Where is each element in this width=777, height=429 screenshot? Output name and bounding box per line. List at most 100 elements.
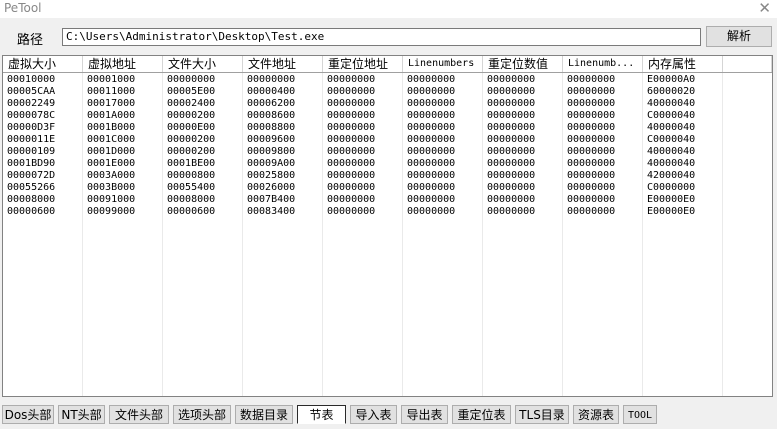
tab-button[interactable]: 重定位表 xyxy=(452,405,511,424)
tab-button[interactable]: 资源表 xyxy=(573,405,619,424)
table-cell: 00000000 xyxy=(327,98,376,109)
table-cell: E00000A0 xyxy=(647,74,696,85)
table-cell: 00000200 xyxy=(167,110,216,121)
table-cell: 00000000 xyxy=(567,74,616,85)
table-cell: 00009A00 xyxy=(247,158,296,169)
table-cell: 00000000 xyxy=(327,194,376,205)
window-title: PeTool xyxy=(4,1,42,15)
table-cell: 00000000 xyxy=(327,158,376,169)
table-cell: 0001BD90 xyxy=(7,158,56,169)
tab-button[interactable]: Dos头部 xyxy=(2,405,54,424)
table-cell: 00000000 xyxy=(487,206,536,217)
column-header[interactable]: 虚拟地址 xyxy=(83,56,163,72)
column-header[interactable]: 重定位数值 xyxy=(483,56,563,72)
table-cell: 00000000 xyxy=(327,182,376,193)
table-row[interactable]: 0000078C 0001A000 00000200 00008600 00000000… xyxy=(3,110,772,122)
table-cell: 42000040 xyxy=(647,170,696,181)
table-cell: 00000000 xyxy=(567,98,616,109)
table-row[interactable]: 00000600 00099000 00000600 00083400 00000000… xyxy=(3,206,772,218)
tab-button[interactable]: TLS目录 xyxy=(515,405,569,424)
table-cell: 0001BE00 xyxy=(167,158,216,169)
table-cell: 00000000 xyxy=(327,134,376,145)
table-header: 虚拟大小 虚拟地址 文件大小 文件地址 重定位地址 Linenumbers 重定位数值 Lin… xyxy=(3,56,772,73)
table-cell: 00000000 xyxy=(327,110,376,121)
column-header[interactable]: 文件大小 xyxy=(163,56,243,72)
table-cell: 00008800 xyxy=(247,122,296,133)
table-cell: E00000E0 xyxy=(647,194,696,205)
table-cell: 00000000 xyxy=(487,194,536,205)
tab-button[interactable]: NT头部 xyxy=(58,405,105,424)
tab-button[interactable]: 文件头部 xyxy=(109,405,169,424)
table-cell: 00000000 xyxy=(487,122,536,133)
table-row[interactable]: 00002249 00017000 00002400 00006200 00000000… xyxy=(3,98,772,110)
table-row[interactable]: 00008000 00091000 00008000 0007B400 00000000… xyxy=(3,194,772,206)
table-cell: 00000000 xyxy=(487,134,536,145)
table-cell: 00008000 xyxy=(7,194,56,205)
table-cell: C0000040 xyxy=(647,110,696,121)
column-header[interactable]: Linenumbers xyxy=(403,56,483,72)
table-cell: 0000078C xyxy=(7,110,56,121)
tab-button[interactable]: 节表 xyxy=(297,405,346,424)
table-cell: 00000000 xyxy=(567,134,616,145)
close-icon[interactable]: ✕ xyxy=(758,0,771,17)
table-cell: 40000040 xyxy=(647,146,696,157)
table-cell: 00000000 xyxy=(567,206,616,217)
table-cell: 00000000 xyxy=(407,74,456,85)
table-row[interactable]: 00005CAA 00011000 00005E00 00000400 00000000… xyxy=(3,86,772,98)
table-cell: 00000000 xyxy=(487,98,536,109)
table-cell: 00000000 xyxy=(407,182,456,193)
tab-button[interactable]: 选项头部 xyxy=(173,405,231,424)
table-cell: 00000E00 xyxy=(167,122,216,133)
column-header[interactable]: 文件地址 xyxy=(243,56,323,72)
table-cell: 00000000 xyxy=(487,146,536,157)
table-row[interactable]: 0000011E 0001C000 00000200 00009600 00000000… xyxy=(3,134,772,146)
table-cell: 00083400 xyxy=(247,206,296,217)
table-cell: 00000D3F xyxy=(7,122,56,133)
path-input[interactable]: C:\Users\Administrator\Desktop\Test.exe xyxy=(62,28,701,46)
table-cell: 00000000 xyxy=(407,146,456,157)
table-cell: 00005E00 xyxy=(167,86,216,97)
table-cell: 00000000 xyxy=(407,98,456,109)
column-header[interactable]: 重定位地址 xyxy=(323,56,403,72)
table-cell: 00000000 xyxy=(567,110,616,121)
table-cell: 0001C000 xyxy=(87,134,136,145)
table-cell: 00000000 xyxy=(247,74,296,85)
column-header[interactable]: 虚拟大小 xyxy=(3,56,83,72)
table-row[interactable]: 00055266 0003B000 00055400 00026000 00000000… xyxy=(3,182,772,194)
table-cell: 40000040 xyxy=(647,158,696,169)
table-row[interactable]: 00000109 0001D000 00000200 00009800 00000000… xyxy=(3,146,772,158)
table-cell: 00008000 xyxy=(167,194,216,205)
table-row[interactable]: 00000D3F 0001B000 00000E00 00008800 00000000… xyxy=(3,122,772,134)
table-cell: 00008600 xyxy=(247,110,296,121)
tab-button[interactable]: 导出表 xyxy=(401,405,448,424)
table-cell: 00000000 xyxy=(567,182,616,193)
table-row[interactable]: 00010000 00001000 00000000 00000000 00000000… xyxy=(3,74,772,86)
table-cell: 00000000 xyxy=(407,86,456,97)
parse-button[interactable]: 解析 xyxy=(706,26,772,47)
table-cell: 00000000 xyxy=(327,122,376,133)
table-row[interactable]: 0000072D 0003A000 00000800 00025800 00000000… xyxy=(3,170,772,182)
table-cell: C0000000 xyxy=(647,182,696,193)
table-cell: 00025800 xyxy=(247,170,296,181)
table-cell: 00009600 xyxy=(247,134,296,145)
table-cell: 0003B000 xyxy=(87,182,136,193)
section-table[interactable]: 虚拟大小 虚拟地址 文件大小 文件地址 重定位地址 Linenumbers 重定位数值 Lin… xyxy=(2,55,773,397)
table-cell: 00000000 xyxy=(487,74,536,85)
table-row[interactable]: 0001BD90 0001E000 0001BE00 00009A00 00000000… xyxy=(3,158,772,170)
column-header[interactable]: Linenumb... xyxy=(563,56,643,72)
table-cell: 00000000 xyxy=(567,194,616,205)
table-cell: 00000400 xyxy=(247,86,296,97)
column-header[interactable]: 内存属性 xyxy=(643,56,723,72)
table-cell: 00000000 xyxy=(487,86,536,97)
tab-button[interactable]: 数据目录 xyxy=(235,405,293,424)
table-cell: 00055266 xyxy=(7,182,56,193)
title-bar: PeTool ✕ xyxy=(0,0,777,18)
tab-button[interactable]: 导入表 xyxy=(350,405,397,424)
table-cell: 40000040 xyxy=(647,98,696,109)
tab-button[interactable]: TOOL xyxy=(623,405,657,424)
table-cell: 00000600 xyxy=(7,206,56,217)
table-cell: 0007B400 xyxy=(247,194,296,205)
table-cell: 00000200 xyxy=(167,146,216,157)
table-cell: 00000000 xyxy=(327,86,376,97)
table-cell: 60000020 xyxy=(647,86,696,97)
